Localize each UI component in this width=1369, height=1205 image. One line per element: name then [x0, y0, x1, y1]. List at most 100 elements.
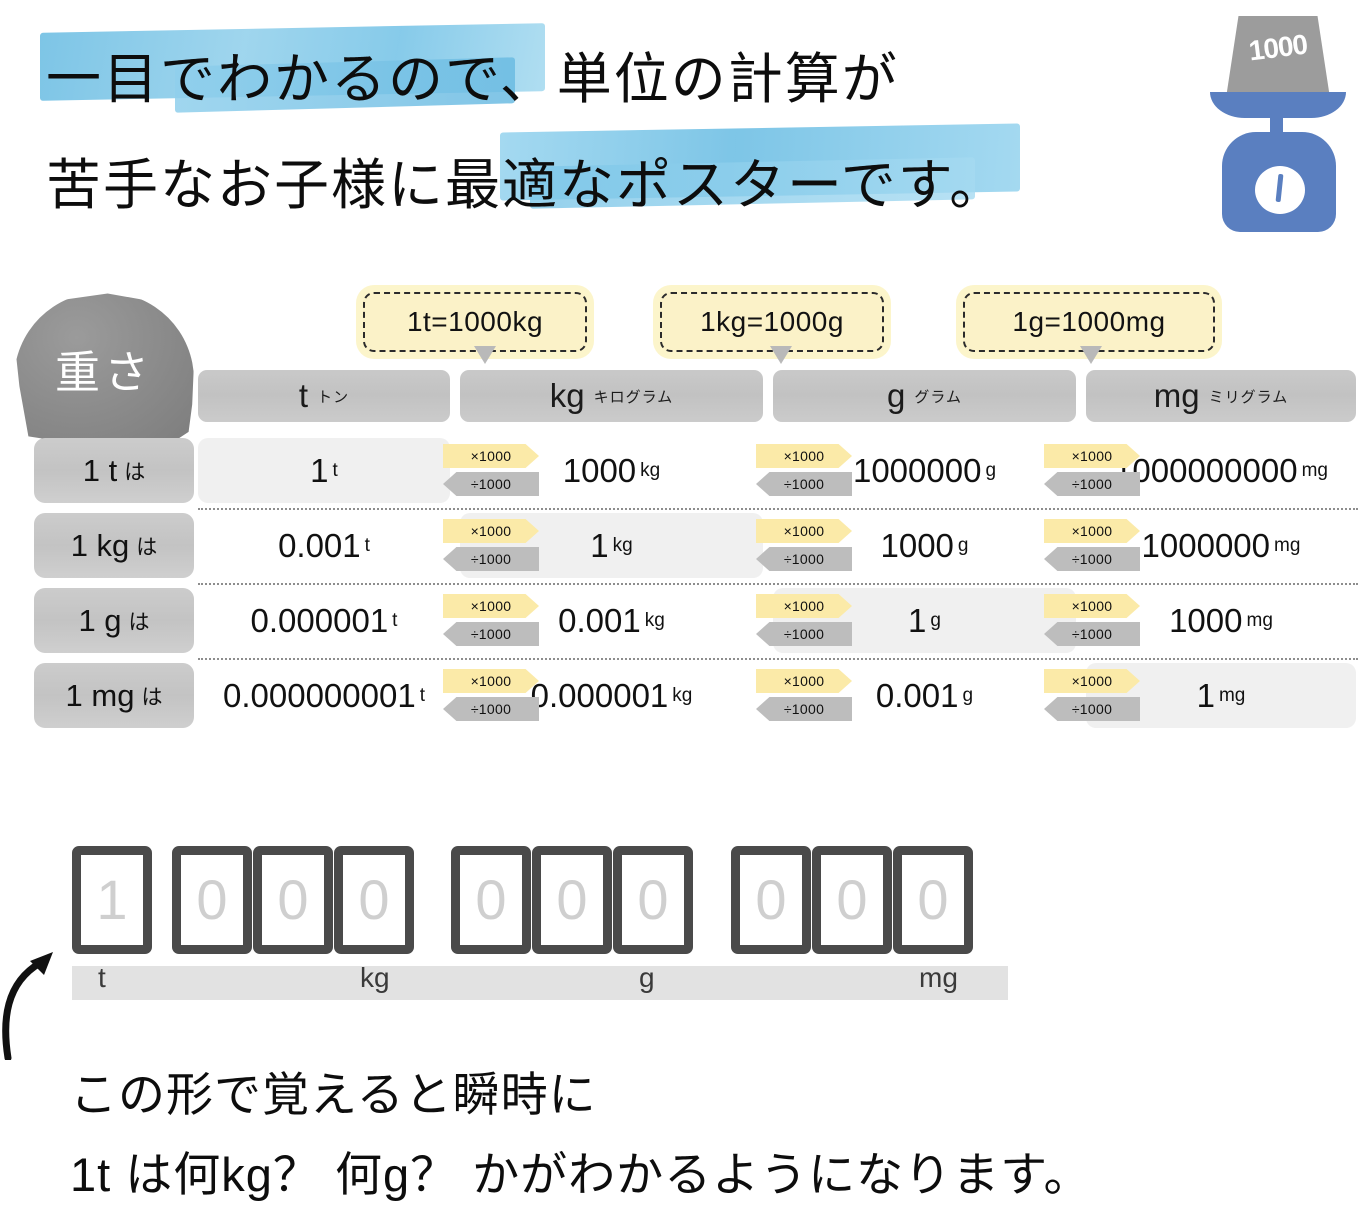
digit-place-value-strip: 1 0 0 0 0 0 0 0 0 0 t kg g mg: [0, 838, 1369, 1003]
callout-pointer-3: [1080, 346, 1102, 364]
header-banner: 一目でわかるので、単位の計算が 苦手なお子様に最適なポスターです。 1000: [0, 0, 1369, 240]
cell-unit: g: [985, 459, 997, 481]
conversion-badge-pair: ×1000 ÷1000: [443, 594, 539, 646]
cell-value: 0.001: [278, 526, 361, 564]
multiply-badge: ×1000: [756, 669, 852, 693]
row-label-value: 1 kg: [70, 527, 130, 563]
multiply-badge: ×1000: [443, 594, 539, 618]
digit-box: 0: [613, 846, 693, 954]
cell-unit: kg: [644, 609, 665, 631]
column-header-symbol: t: [298, 377, 309, 414]
divide-badge: ÷1000: [1044, 697, 1140, 721]
digit-box: 0: [812, 846, 892, 954]
multiply-badge: ×1000: [443, 669, 539, 693]
table-row: 1 mg は 0.000000001 t 0.000001 kg 0.001 g 1 mg ×100…: [0, 663, 1369, 738]
cell-value: 1: [908, 601, 927, 639]
divide-badge: ÷1000: [756, 472, 852, 496]
divide-badge: ÷1000: [443, 622, 539, 646]
table-row: 1 t は 1 t 1000 kg 1000000 g 1000000000 mg ×1000 ÷10…: [0, 438, 1369, 513]
digit-value: 0: [755, 868, 787, 931]
cell-value: 1000000: [1141, 526, 1271, 564]
digit-value: 0: [637, 868, 669, 931]
multiply-badge: ×1000: [756, 519, 852, 543]
category-label: 重さ: [54, 346, 153, 398]
callout-kg-to-g: 1kg=1000g: [660, 292, 884, 352]
row-separator: [198, 583, 1358, 585]
cell-value: 0.001: [558, 601, 641, 639]
conversion-badge-pair: ×1000 ÷1000: [443, 519, 539, 571]
divide-badge: ÷1000: [443, 472, 539, 496]
row-separator: [198, 508, 1358, 510]
cell-unit: mg: [1218, 684, 1246, 706]
multiply-badge: ×1000: [443, 444, 539, 468]
digit-box: 0: [451, 846, 531, 954]
conversion-badge-pair: ×1000 ÷1000: [756, 669, 852, 721]
callout-t-to-kg-text: 1t=1000kg: [406, 306, 544, 337]
multiply-badge: ×1000: [1044, 519, 1140, 543]
cell-unit: g: [962, 684, 974, 706]
row-label-value: 1 t: [82, 452, 118, 488]
conversion-badge-pair: ×1000 ÷1000: [756, 444, 852, 496]
divide-badge: ÷1000: [1044, 547, 1140, 571]
digit-box: 0: [731, 846, 811, 954]
column-header-symbol: g: [887, 377, 906, 414]
divide-badge: ÷1000: [756, 547, 852, 571]
multiply-badge: ×1000: [1044, 444, 1140, 468]
row-label-kg: 1 kg は: [34, 513, 194, 578]
row-label-suffix: は: [141, 685, 163, 709]
cell-unit: t: [419, 684, 425, 706]
cell-unit: t: [392, 609, 398, 631]
table-cell-t: 0.001 t: [198, 513, 450, 578]
row-label-value: 1 g: [78, 602, 122, 638]
row-separator: [198, 658, 1358, 660]
conversion-badge-pair: ×1000 ÷1000: [443, 444, 539, 496]
callout-kg-to-g-text: 1kg=1000g: [700, 306, 844, 337]
multiply-badge: ×1000: [1044, 669, 1140, 693]
digit-value: 0: [277, 868, 309, 931]
table-cell-t: 0.000000001 t: [198, 663, 450, 728]
kitchen-scale-icon: 1000: [1198, 8, 1358, 232]
callout-pointer-2: [770, 346, 792, 364]
callout-t-to-kg: 1t=1000kg: [363, 292, 587, 352]
digit-value: 1: [96, 868, 128, 931]
column-header-kana: キログラム: [593, 388, 674, 406]
column-header-g: g グラム: [773, 370, 1076, 422]
table-cell-t: 0.000001 t: [198, 588, 450, 653]
row-label-value: 1 mg: [65, 677, 135, 713]
cell-value: 1000: [1169, 601, 1243, 639]
row-label-suffix: は: [124, 460, 146, 484]
digit-box: 0: [172, 846, 252, 954]
column-header-symbol: kg: [549, 377, 585, 414]
digit-value: 0: [358, 868, 390, 931]
table-header-row: t トン kg キログラム g グラム mg ミリグラム: [198, 370, 1358, 422]
digit-unit-marker-g: g: [639, 962, 655, 993]
footer-line-2: 1t は何kg？ 何g？ かがわかるようになります。: [70, 1148, 1092, 1201]
cell-unit: kg: [612, 534, 633, 556]
row-label-suffix: は: [136, 535, 158, 559]
cell-value: 1: [310, 451, 329, 489]
divide-badge: ÷1000: [443, 547, 539, 571]
headline-line-2: 苦手なお子様に最適なポスターです。: [46, 140, 1006, 220]
column-header-kana: ミリグラム: [1208, 388, 1289, 406]
cell-unit: g: [957, 534, 969, 556]
cell-unit: mg: [1274, 534, 1301, 556]
callout-pointer-1: [474, 346, 496, 364]
digit-box: 0: [253, 846, 333, 954]
digit-box: 0: [893, 846, 973, 954]
conversion-badge-pair: ×1000 ÷1000: [756, 594, 852, 646]
column-header-symbol: mg: [1153, 377, 1200, 414]
divide-badge: ÷1000: [443, 697, 539, 721]
headline-line-2-text: 苦手なお子様に最適なポスターです。: [46, 154, 1007, 216]
conversion-badge-pair: ×1000 ÷1000: [1044, 594, 1140, 646]
multiply-badge: ×1000: [1044, 594, 1140, 618]
conversion-badge-pair: ×1000 ÷1000: [1044, 519, 1140, 571]
table-cell-t: 1t: [198, 438, 450, 503]
cell-unit: kg: [672, 684, 693, 706]
table-row: 1 g は 0.000001 t 0.001 kg 1 g 1000 mg ×1000 ÷1000 ×1…: [0, 588, 1369, 663]
row-label-suffix: は: [128, 610, 150, 634]
callout-g-to-mg-text: 1g=1000mg: [1012, 306, 1166, 337]
digit-unit-marker-mg: mg: [919, 962, 958, 993]
digit-value: 0: [196, 868, 228, 931]
digit-box: 0: [532, 846, 612, 954]
cell-unit: g: [930, 609, 941, 631]
